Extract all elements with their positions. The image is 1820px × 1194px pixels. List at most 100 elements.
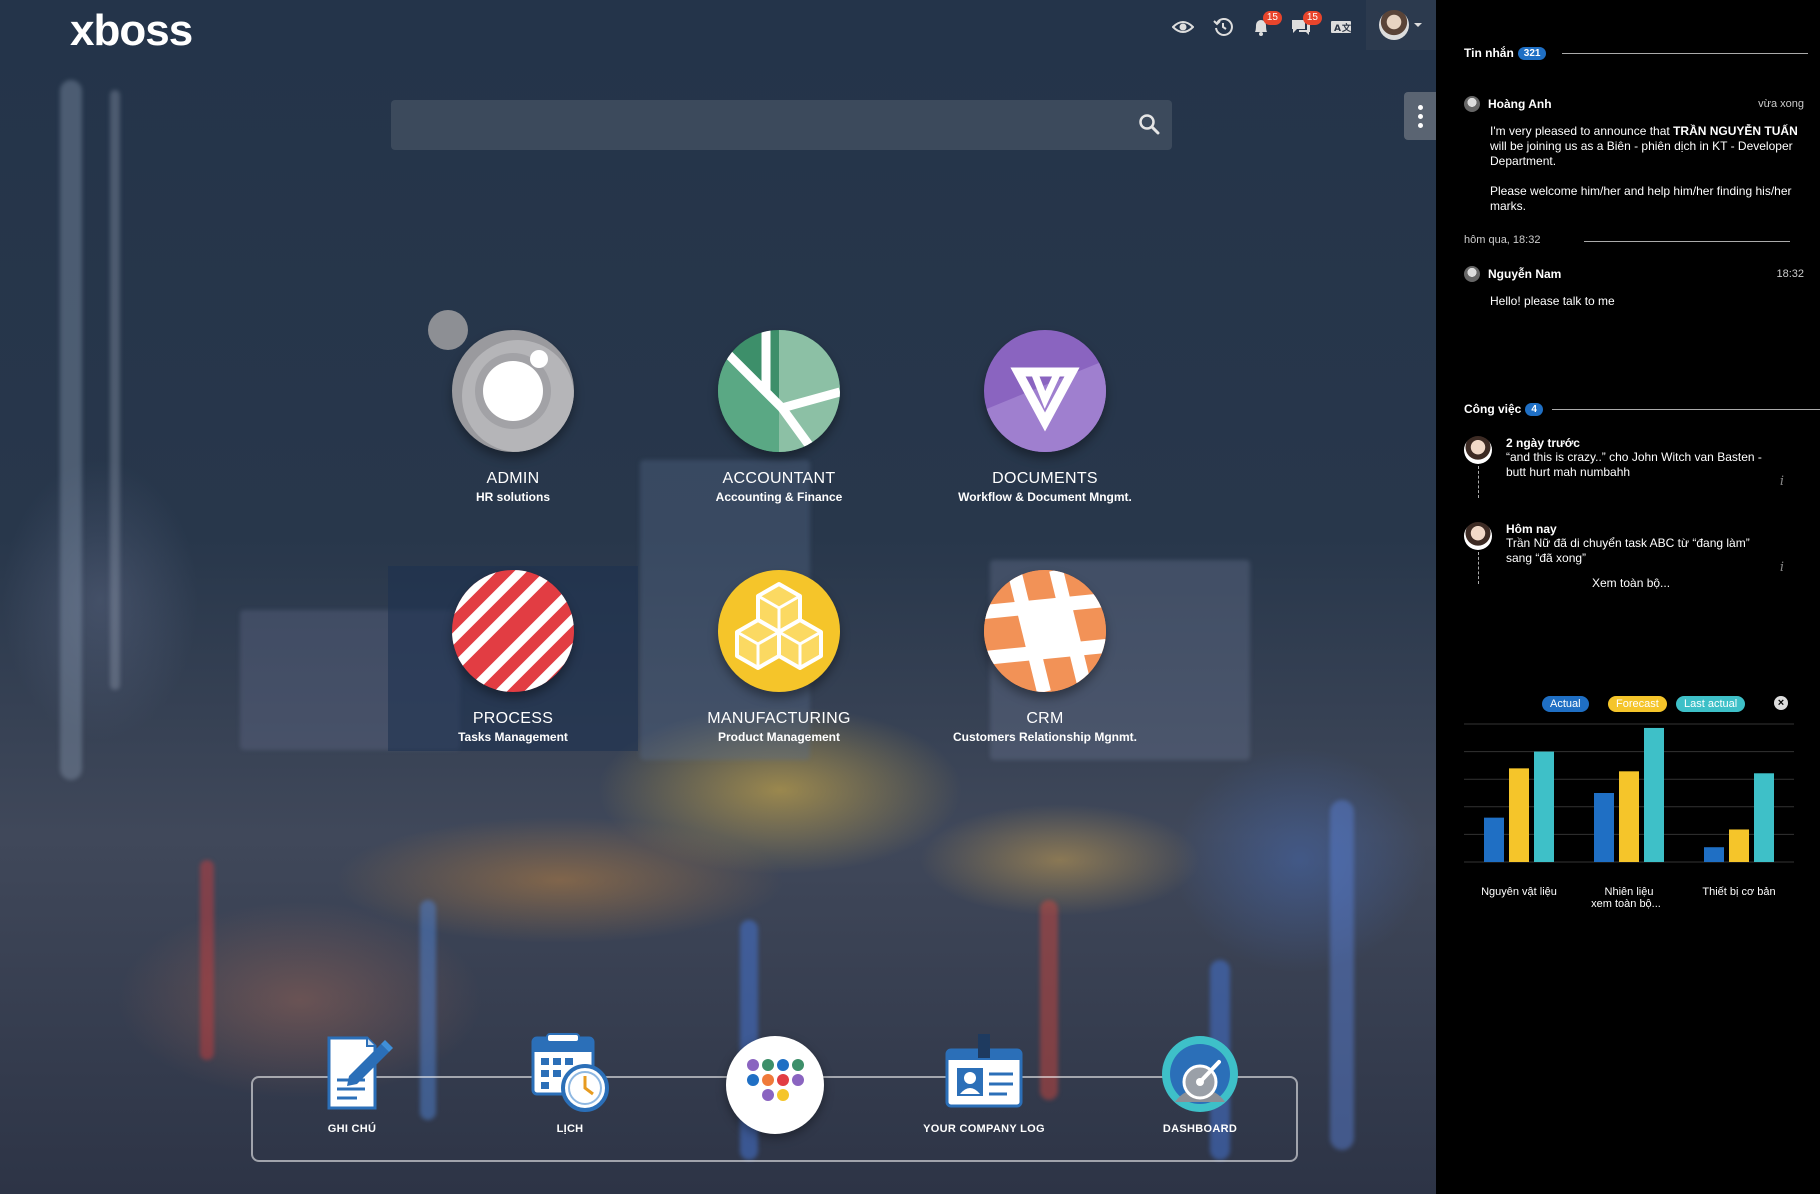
tasks-count-badge: 4 xyxy=(1525,402,1543,416)
message-time: 18:32 xyxy=(1776,268,1804,280)
search-bar xyxy=(391,100,1172,150)
bar-forecast[interactable] xyxy=(1729,829,1749,862)
app-subtitle: Tasks Management xyxy=(458,730,568,744)
dock-calendar[interactable]: LỊCH xyxy=(490,1032,650,1135)
dock-company-log[interactable]: YOUR COMPANY LOG xyxy=(904,1032,1064,1135)
bar-last-actual[interactable] xyxy=(1754,773,1774,862)
eye-icon[interactable] xyxy=(1170,14,1196,40)
svg-text:A: A xyxy=(1334,24,1341,34)
tasks-title: Công việc xyxy=(1464,402,1522,416)
messages-header: Tin nhắn 321 xyxy=(1464,46,1547,60)
admin-decoration xyxy=(428,310,468,350)
message-user: Hoàng Anh xyxy=(1488,97,1552,111)
dock-dashboard[interactable]: DASHBOARD xyxy=(1120,1032,1280,1135)
chevron-down-icon xyxy=(1414,23,1422,27)
dock-label: DASHBOARD xyxy=(1162,1123,1238,1135)
messages-count-badge: 321 xyxy=(1517,46,1547,60)
bell-icon[interactable]: 15 xyxy=(1248,11,1282,40)
avatar xyxy=(1464,96,1480,112)
message-highlight: TRẦN NGUYỄN TUẤN xyxy=(1673,124,1798,138)
manufacturing-icon xyxy=(718,570,840,692)
x-tick-label: Nguyên vật liệu xyxy=(1481,886,1557,898)
avatar xyxy=(1379,10,1409,40)
translate-icon[interactable]: A文 xyxy=(1328,14,1354,40)
app-name: PROCESS xyxy=(472,710,554,727)
app-accountant[interactable]: ACCOUNTANT Accounting & Finance xyxy=(654,330,904,515)
task-time: 2 ngày trước xyxy=(1506,436,1580,450)
history-icon[interactable] xyxy=(1210,14,1236,40)
bar-forecast[interactable] xyxy=(1509,768,1529,862)
app-subtitle: Product Management xyxy=(717,730,840,744)
task-description: Trần Nữ đã di chuyển task ABC từ “đang l… xyxy=(1506,536,1750,565)
bar-forecast[interactable] xyxy=(1619,771,1639,862)
divider xyxy=(1562,53,1808,54)
process-icon xyxy=(452,570,574,692)
bar-actual[interactable] xyxy=(1704,847,1724,862)
date-divider-label: hôm qua, 18:32 xyxy=(1464,234,1541,246)
app-launcher-button[interactable] xyxy=(726,1036,824,1134)
search-icon[interactable] xyxy=(1138,113,1160,140)
message-body: Hello! please talk to me xyxy=(1490,294,1615,308)
notifications-badge: 15 xyxy=(1262,11,1282,25)
message-item[interactable]: Hoàng Anh vừa xong I'm very pleased to a… xyxy=(1464,96,1804,214)
chat-icon[interactable]: 15 xyxy=(1288,11,1322,40)
app-subtitle: Customers Relationship Mgnmt. xyxy=(952,730,1137,744)
bar-last-actual[interactable] xyxy=(1644,727,1664,862)
app-documents[interactable]: DOCUMENTS Workflow & Document Mngmt. xyxy=(920,330,1170,515)
xboss-logo: xboss xyxy=(70,6,193,55)
id-card-icon xyxy=(945,1034,1023,1108)
view-all-tasks-link[interactable]: Xem toàn bộ... xyxy=(1592,576,1670,590)
x-tick-label: Nhiên liệu xyxy=(1604,886,1654,898)
more-options-button[interactable] xyxy=(1404,92,1436,140)
message-item[interactable]: Nguyễn Nam 18:32 Hello! please talk to m… xyxy=(1464,266,1804,309)
view-all-chart-link[interactable]: xem toàn bộ... xyxy=(1586,898,1666,910)
speedometer-icon xyxy=(1162,1036,1238,1112)
avatar xyxy=(1464,436,1492,464)
task-item[interactable]: Hôm nay Trần Nữ đã di chuyển task ABC từ… xyxy=(1464,522,1804,584)
messages-badge: 15 xyxy=(1302,11,1322,25)
svg-text:文: 文 xyxy=(1341,22,1352,34)
notes-icon xyxy=(327,1036,393,1110)
message-time: vừa xong xyxy=(1758,98,1804,110)
bar-last-actual[interactable] xyxy=(1534,751,1554,862)
bar-actual[interactable] xyxy=(1594,793,1614,862)
app-name: CRM xyxy=(1026,710,1064,727)
message-text: Please welcome him/her and help him/her … xyxy=(1490,184,1792,213)
dock-label: LỊCH xyxy=(556,1123,584,1135)
app-admin[interactable]: ADMIN HR solutions xyxy=(388,310,638,515)
user-menu[interactable] xyxy=(1366,0,1436,50)
close-chart-icon[interactable]: × xyxy=(1774,696,1788,710)
info-icon[interactable]: i xyxy=(1780,474,1784,489)
app-name: MANUFACTURING xyxy=(707,710,851,727)
app-process[interactable]: PROCESS Tasks Management xyxy=(388,566,638,751)
task-description: “and this is crazy..” cho John Witch van… xyxy=(1506,450,1762,479)
message-body: I'm very pleased to announce that TRẦN N… xyxy=(1490,124,1804,214)
avatar xyxy=(1464,522,1492,550)
divider xyxy=(1584,241,1790,242)
dock-label: YOUR COMPANY LOG xyxy=(923,1123,1045,1135)
calendar-icon xyxy=(531,1033,609,1112)
app-name: ADMIN xyxy=(486,470,540,487)
app-name: ACCOUNTANT xyxy=(722,470,836,487)
messages-title: Tin nhắn xyxy=(1464,46,1514,60)
app-manufacturing[interactable]: MANUFACTURING Product Management xyxy=(654,566,904,751)
activity-panel: Tin nhắn 321 Hoàng Anh vừa xong I'm very… xyxy=(1436,0,1820,1194)
tasks-header: Công việc 4 xyxy=(1464,402,1543,416)
documents-icon xyxy=(984,330,1106,452)
app-subtitle: HR solutions xyxy=(476,490,550,504)
app-name: DOCUMENTS xyxy=(992,470,1098,487)
admin-icon xyxy=(452,330,574,452)
x-tick-label: Thiết bị cơ bản xyxy=(1702,886,1776,898)
bar-actual[interactable] xyxy=(1484,817,1504,862)
info-icon[interactable]: i xyxy=(1780,560,1784,575)
divider xyxy=(1552,409,1820,410)
message-text: will be joining us as a Biên - phiên dịc… xyxy=(1490,139,1793,168)
app-crm[interactable]: CRM Customers Relationship Mgnmt. xyxy=(920,566,1170,751)
task-item[interactable]: 2 ngày trước “and this is crazy..” cho J… xyxy=(1464,436,1804,498)
apps-grid-icon xyxy=(747,1059,804,1101)
app-subtitle: Workflow & Document Mngmt. xyxy=(958,490,1132,504)
bar-chart xyxy=(1464,723,1794,863)
search-input[interactable] xyxy=(391,100,1172,150)
task-time: Hôm nay xyxy=(1506,522,1557,536)
dock-notes[interactable]: GHI CHÚ xyxy=(272,1032,432,1135)
